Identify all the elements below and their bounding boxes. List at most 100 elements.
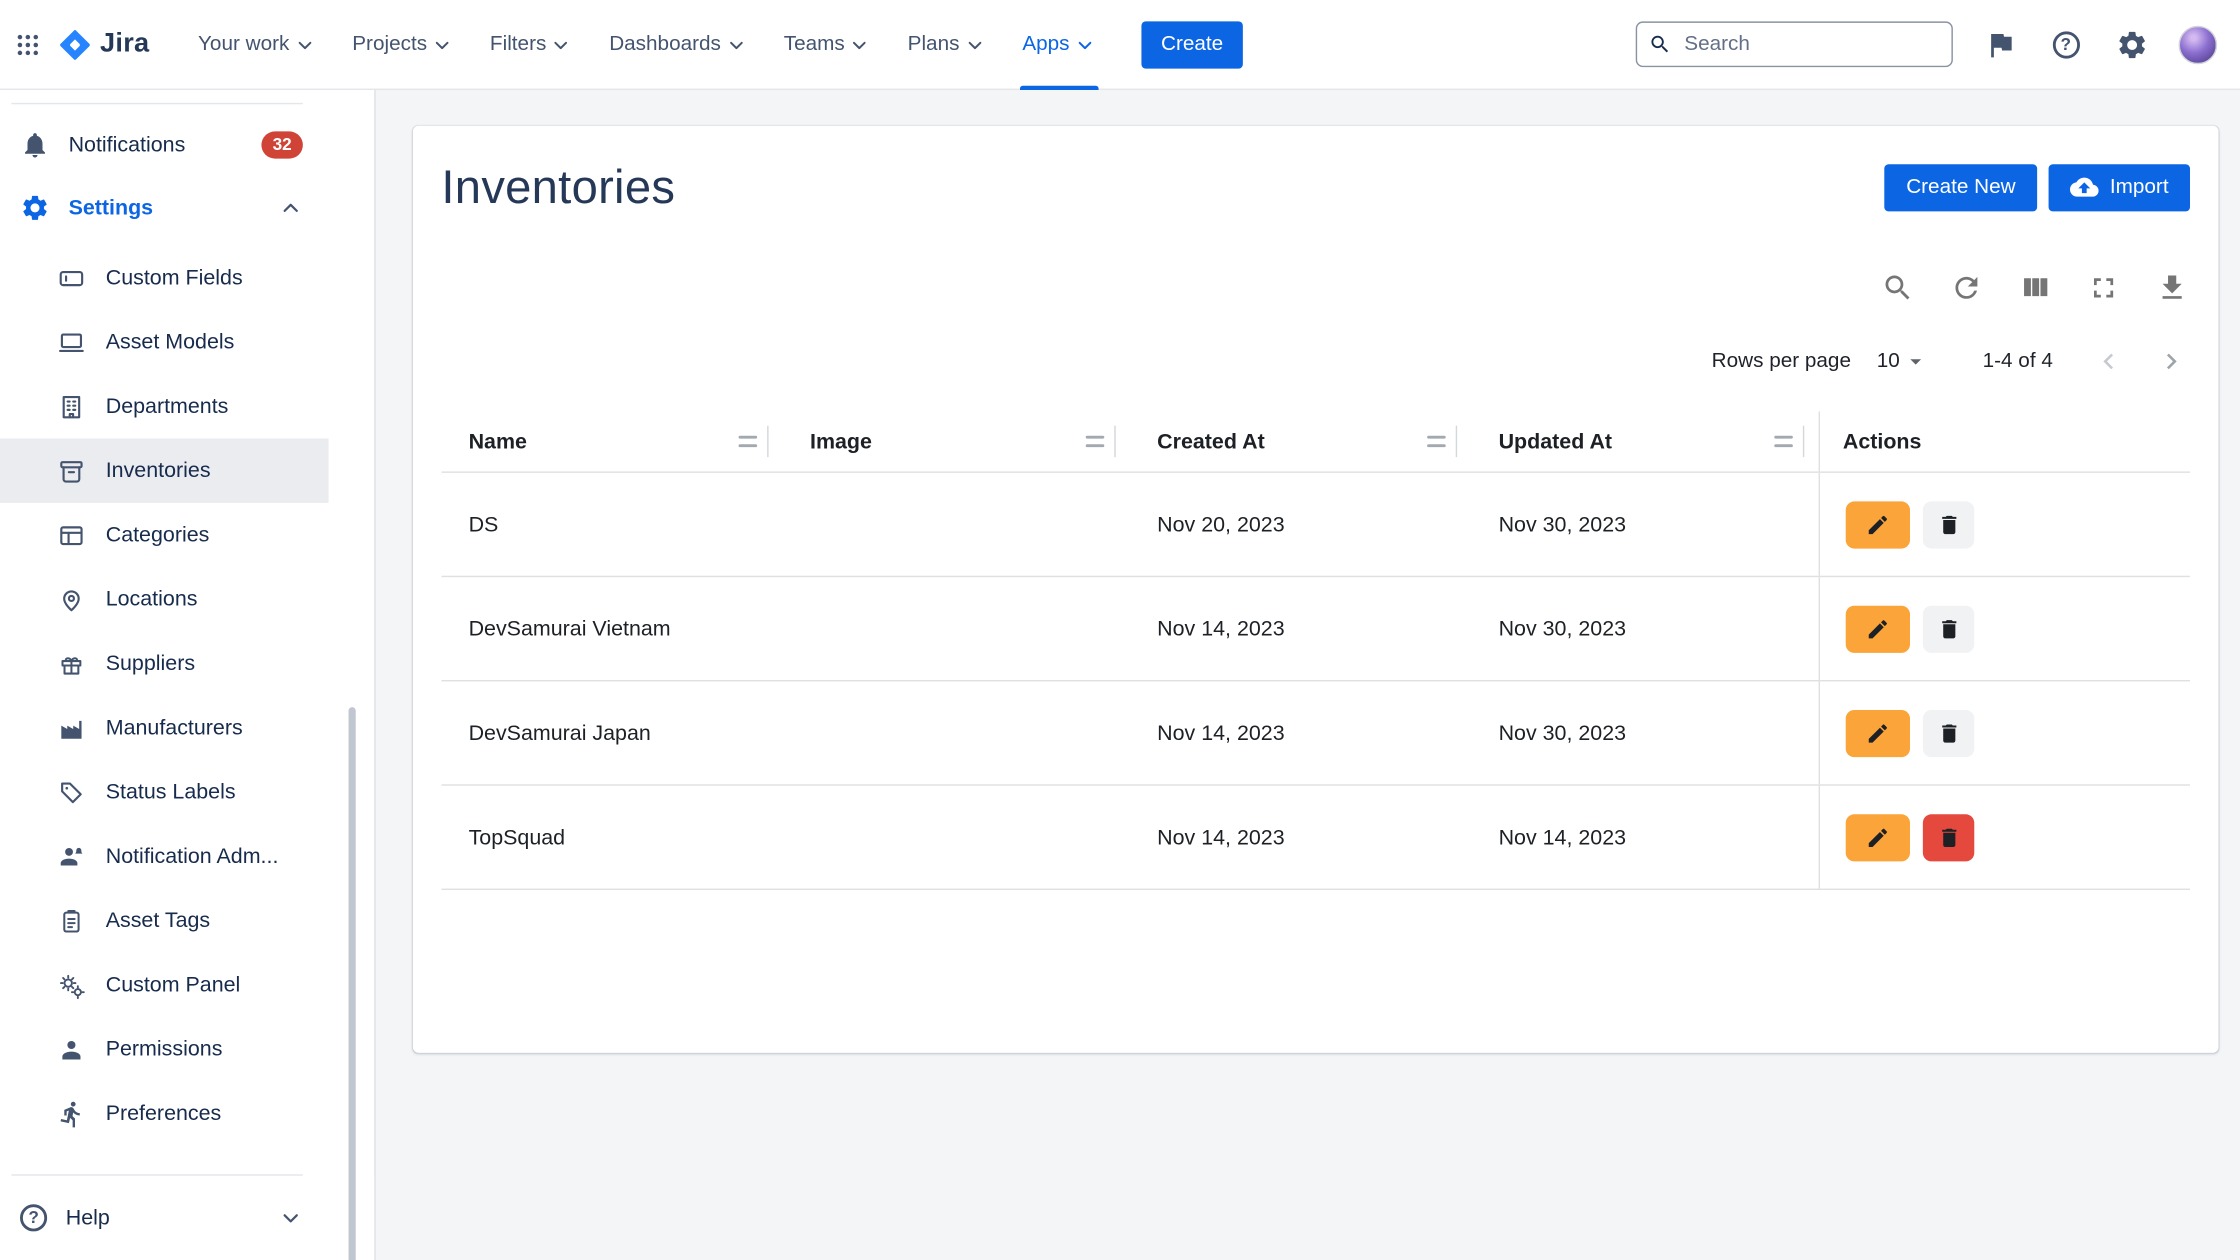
sidebar-item-categories[interactable]: Categories <box>0 503 329 567</box>
sidebar-item-notification-admin[interactable]: Notification Adm... <box>0 824 329 888</box>
user-avatar[interactable] <box>2179 25 2218 64</box>
settings-label: Settings <box>69 195 154 219</box>
sidebar-item-manufacturers[interactable]: Manufacturers <box>0 696 329 760</box>
help-icon: ? <box>2052 31 2079 58</box>
column-separator[interactable] <box>767 426 768 457</box>
cell-name: DevSamurai Japan <box>441 681 782 784</box>
sidebar-item-notifications[interactable]: Notifications 32 <box>0 113 329 176</box>
search-input[interactable] <box>1681 31 1940 57</box>
column-drag-icon[interactable] <box>739 436 758 447</box>
table-row: DS Nov 20, 2023 Nov 30, 2023 <box>441 473 2190 577</box>
column-header-created-at[interactable]: Created At <box>1130 411 1471 471</box>
bell-icon <box>20 129 50 159</box>
edit-button[interactable] <box>1846 501 1910 548</box>
sidebar-item-custom-fields[interactable]: Custom Fields <box>0 246 329 310</box>
asset-tags-icon <box>57 906 86 935</box>
next-page-button[interactable] <box>2153 343 2190 380</box>
table-row: DevSamurai Vietnam Nov 14, 2023 Nov 30, … <box>441 577 2190 681</box>
sidebar-item-settings[interactable]: Settings <box>0 176 329 239</box>
grid-search-button[interactable] <box>1879 269 1916 306</box>
help-button[interactable]: ? <box>2047 26 2084 63</box>
caret-down-icon <box>1903 349 1929 375</box>
nav-your-work[interactable]: Your work <box>195 0 318 89</box>
sidebar-item-preferences[interactable]: Preferences <box>0 1081 329 1145</box>
nav-projects[interactable]: Projects <box>349 0 455 89</box>
create-button[interactable]: Create <box>1141 21 1243 68</box>
divider <box>11 103 302 104</box>
column-drag-icon[interactable] <box>1427 436 1446 447</box>
cell-created-at: Nov 14, 2023 <box>1130 577 1471 680</box>
nav-apps[interactable]: Apps <box>1019 0 1098 89</box>
grid-pagination: Rows per page 10 1-4 of 4 <box>441 343 2190 380</box>
sidebar-item-locations[interactable]: Locations <box>0 567 329 631</box>
sidebar-item-label: Departments <box>106 394 229 418</box>
notifications-label: Notifications <box>69 132 186 156</box>
chevron-down-icon <box>725 34 746 55</box>
column-header-name[interactable]: Name <box>441 411 782 471</box>
column-label: Created At <box>1157 429 1265 453</box>
nav-teams[interactable]: Teams <box>781 0 873 89</box>
sidebar-item-suppliers[interactable]: Suppliers <box>0 631 329 695</box>
create-new-button[interactable]: Create New <box>1885 164 2037 211</box>
sidebar-item-label: Categories <box>106 523 210 547</box>
sidebar-item-label: Inventories <box>106 459 211 483</box>
edit-button[interactable] <box>1846 709 1910 756</box>
sidebar-item-status-labels[interactable]: Status Labels <box>0 760 329 824</box>
cell-updated-at: Nov 30, 2023 <box>1471 577 1818 680</box>
grid-refresh-button[interactable] <box>1947 269 1984 306</box>
sidebar-item-departments[interactable]: Departments <box>0 374 329 438</box>
cell-name: DS <box>441 473 782 576</box>
sidebar-item-label: Preferences <box>106 1101 222 1125</box>
grid-download-button[interactable] <box>2153 269 2190 306</box>
column-header-updated-at[interactable]: Updated At <box>1471 411 1818 471</box>
settings-gear-button[interactable] <box>2113 26 2150 63</box>
nav-plans[interactable]: Plans <box>905 0 988 89</box>
sidebar-item-asset-models[interactable]: Asset Models <box>0 310 329 374</box>
pencil-icon <box>1866 721 1890 745</box>
page-title: Inventories <box>441 160 675 214</box>
column-separator[interactable] <box>1803 426 1804 457</box>
delete-button <box>1923 501 1974 548</box>
sidebar-item-inventories[interactable]: Inventories <box>0 439 329 503</box>
global-search[interactable] <box>1636 21 1953 67</box>
announcements-button[interactable] <box>1981 26 2018 63</box>
column-header-actions: Actions <box>1819 411 2190 471</box>
column-header-image[interactable]: Image <box>783 411 1130 471</box>
cell-image <box>783 681 1130 784</box>
settings-subnav: Custom Fields Asset Models Departments I… <box>0 246 374 1146</box>
sidebar-item-custom-panel[interactable]: Custom Panel <box>0 953 329 1017</box>
previous-page-button[interactable] <box>2090 343 2127 380</box>
edit-button[interactable] <box>1846 605 1910 652</box>
trash-icon <box>1936 721 1960 745</box>
grid-fullscreen-button[interactable] <box>2084 269 2121 306</box>
chevron-down-icon <box>279 1205 303 1229</box>
sidebar-scrollbar[interactable] <box>349 707 356 1260</box>
cell-image <box>783 577 1130 680</box>
delete-button[interactable] <box>1923 814 1974 861</box>
pencil-icon <box>1866 616 1890 640</box>
search-icon <box>1649 33 1672 56</box>
import-button[interactable]: Import <box>2048 164 2190 211</box>
edit-button[interactable] <box>1846 814 1910 861</box>
trash-icon <box>1936 512 1960 536</box>
pagination-range: 1-4 of 4 <box>1983 350 2053 373</box>
sidebar-item-asset-tags[interactable]: Asset Tags <box>0 889 329 953</box>
nav-filters[interactable]: Filters <box>487 0 575 89</box>
departments-icon <box>57 392 86 421</box>
sidebar-item-permissions[interactable]: Permissions <box>0 1017 329 1081</box>
custom-panel-icon <box>57 971 86 1000</box>
nav-dashboards[interactable]: Dashboards <box>606 0 749 89</box>
sidebar-item-label: Custom Fields <box>106 266 243 290</box>
column-separator[interactable] <box>1456 426 1457 457</box>
sidebar-item-help[interactable]: ? Help <box>0 1184 329 1250</box>
column-separator[interactable] <box>1114 426 1115 457</box>
jira-logo[interactable]: Jira <box>57 26 149 62</box>
nav-label: Filters <box>490 33 546 56</box>
rows-per-page-select[interactable]: 10 <box>1877 349 1929 375</box>
column-drag-icon[interactable] <box>1774 436 1793 447</box>
column-drag-icon[interactable] <box>1086 436 1105 447</box>
app-switcher-button[interactable] <box>9 26 46 63</box>
sidebar-item-label: Suppliers <box>106 651 195 675</box>
permissions-icon <box>57 1035 86 1064</box>
grid-columns-button[interactable] <box>2016 269 2053 306</box>
